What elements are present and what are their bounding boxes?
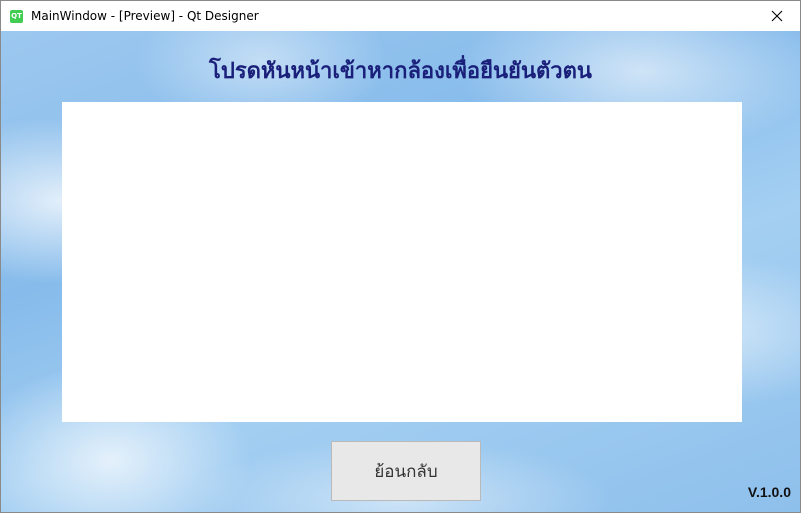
close-icon <box>771 10 783 22</box>
back-button[interactable]: ย้อนกลับ <box>331 441 481 501</box>
main-window: QT MainWindow - [Preview] - Qt Designer … <box>0 0 801 513</box>
title-bar[interactable]: QT MainWindow - [Preview] - Qt Designer <box>1 1 800 31</box>
camera-preview <box>62 102 742 422</box>
version-label: V.1.0.0 <box>747 484 791 500</box>
page-title: โปรดหันหน้าเข้าหากล้องเพื่อยืนยันตัวตน <box>209 59 592 84</box>
qt-designer-icon: QT <box>10 9 23 23</box>
window-title: MainWindow - [Preview] - Qt Designer <box>31 9 259 23</box>
close-button[interactable] <box>754 1 800 31</box>
client-area: โปรดหันหน้าเข้าหากล้องเพื่อยืนยันตัวตน ย… <box>1 31 800 512</box>
